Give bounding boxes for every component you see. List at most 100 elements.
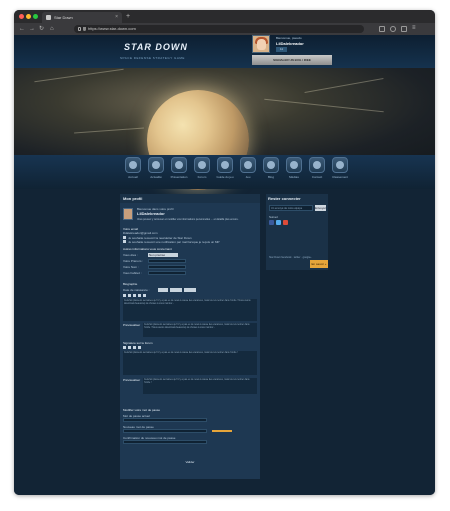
firstname-input[interactable] bbox=[148, 259, 186, 263]
new-tab-button[interactable]: + bbox=[126, 12, 130, 21]
image-icon[interactable] bbox=[143, 294, 146, 297]
nav-home-button[interactable] bbox=[125, 157, 141, 173]
guide-icon bbox=[221, 161, 229, 169]
lock-icon bbox=[78, 27, 81, 31]
address-bar[interactable]: https://www.star-down.com bbox=[74, 25, 364, 33]
game-icon bbox=[244, 161, 252, 169]
welcome-text: Bienvenue, pseudo bbox=[276, 36, 302, 40]
city-input[interactable] bbox=[148, 271, 186, 275]
minimize-window-button[interactable] bbox=[26, 14, 31, 19]
browser-tab[interactable]: Star Down × bbox=[42, 12, 122, 23]
social-links-text: Star Down facebook · twitter · google+ bbox=[269, 256, 312, 259]
birth-month-select[interactable] bbox=[170, 288, 182, 292]
sig-link-icon[interactable] bbox=[138, 346, 141, 349]
blog-icon bbox=[267, 161, 275, 169]
report-bug-button[interactable]: SIGNALER UN BUG / IDEE bbox=[252, 55, 332, 65]
news-icon bbox=[152, 161, 160, 169]
nav-guide-button[interactable] bbox=[217, 157, 233, 173]
birthdate-label: Date de naissance : bbox=[123, 288, 150, 292]
menu-icon[interactable]: ≡ bbox=[412, 25, 418, 32]
submit-button[interactable]: Valider bbox=[184, 460, 196, 465]
panel-title: Mon profil bbox=[123, 196, 143, 201]
password-strength-bar bbox=[212, 430, 232, 432]
learn-more-button[interactable]: En savoir + bbox=[310, 260, 328, 268]
nav-game-button[interactable] bbox=[240, 157, 256, 173]
tab-title: Star Down bbox=[54, 15, 73, 20]
underline-icon[interactable] bbox=[133, 294, 136, 297]
title-bar: Star Down × + bbox=[14, 10, 435, 23]
favicon-icon bbox=[46, 15, 51, 20]
site-header: STAR DOWN SPACE DEFENSE STRATEGY GAME Bi… bbox=[14, 35, 435, 68]
media-icon bbox=[290, 161, 298, 169]
downloads-icon[interactable] bbox=[401, 26, 407, 32]
stay-connected-panel: Rester connecter Un envoyé de notre équi… bbox=[266, 194, 328, 270]
nav-label: Classement bbox=[332, 175, 348, 179]
facebook-icon[interactable] bbox=[269, 220, 274, 225]
browser-toolbar: ← → ↻ ⌂ https://www.star-down.com ≡ bbox=[14, 23, 435, 35]
follow-label: Suivez bbox=[269, 215, 279, 219]
sidebar-title: Rester connecter bbox=[268, 196, 301, 201]
home-icon[interactable]: ⌂ bbox=[50, 24, 54, 34]
sig-italic-icon[interactable] bbox=[128, 346, 131, 349]
bold-icon[interactable] bbox=[123, 294, 126, 297]
account-icon[interactable] bbox=[390, 26, 396, 32]
firstname-label: Votre Prénom : bbox=[123, 259, 144, 263]
nav-contact-button[interactable] bbox=[309, 157, 325, 173]
site-logo[interactable]: STAR DOWN bbox=[124, 42, 194, 54]
url-text: https://www.star-down.com bbox=[88, 26, 136, 31]
newsletter-send-button[interactable]: Envoyer bbox=[315, 205, 326, 211]
signature-textarea[interactable]: Cela fait plusieurs semaines qu'il n'y a… bbox=[123, 351, 257, 375]
sig-bold-icon[interactable] bbox=[123, 346, 126, 349]
reload-icon[interactable]: ↻ bbox=[39, 24, 44, 34]
user-avatar[interactable] bbox=[252, 35, 270, 53]
mp-notification-label: Je souhaite recevoir une notification pa… bbox=[128, 240, 220, 244]
birth-year-select[interactable] bbox=[184, 288, 196, 292]
confirm-password-input[interactable] bbox=[123, 440, 207, 444]
twitter-icon[interactable] bbox=[276, 220, 281, 225]
nav-forum-button[interactable] bbox=[194, 157, 210, 173]
contact-icon bbox=[313, 161, 321, 169]
main-navigation: Accueil Actualité Présentation Forum Gui… bbox=[14, 155, 435, 189]
back-icon[interactable]: ← bbox=[19, 24, 25, 34]
profile-avatar[interactable] bbox=[123, 208, 133, 220]
signature-section-title: Signature sur le forum bbox=[123, 341, 153, 345]
nav-ranking-button[interactable] bbox=[332, 157, 348, 173]
sex-select-value: Non précisé bbox=[149, 253, 166, 257]
maximize-window-button[interactable] bbox=[33, 14, 38, 19]
city-label: Vous habitez : bbox=[123, 271, 142, 275]
nav-media-button[interactable] bbox=[286, 157, 302, 173]
newsletter-input[interactable]: Un envoyé de notre équipe bbox=[269, 205, 313, 211]
logo-subtitle: SPACE DEFENSE STRATEGY GAME bbox=[120, 56, 185, 60]
nav-blog-button[interactable] bbox=[263, 157, 279, 173]
mp-notification-checkbox[interactable] bbox=[123, 240, 126, 243]
nav-news-button[interactable] bbox=[148, 157, 164, 173]
new-password-input[interactable] bbox=[123, 429, 207, 433]
shield-icon bbox=[83, 27, 86, 31]
newsletter-checkbox[interactable] bbox=[123, 236, 126, 239]
bio-preview-label: Prévisualiser bbox=[123, 323, 141, 327]
lastname-input[interactable] bbox=[148, 265, 186, 269]
bio-preview: Cela fait plusieurs semaines qu'il n'y a… bbox=[143, 323, 257, 337]
forward-icon[interactable]: → bbox=[29, 24, 35, 34]
sex-select[interactable]: Non précisé bbox=[148, 253, 178, 257]
signature-preview-label: Prévisualiser bbox=[123, 378, 141, 382]
birth-day-select[interactable] bbox=[158, 288, 168, 292]
personal-section-title: Autres informations vous concernant bbox=[123, 247, 172, 251]
bio-textarea[interactable]: Cela fait plusieurs semaines qu'il n'y a… bbox=[123, 299, 257, 321]
old-password-input[interactable] bbox=[123, 418, 207, 422]
italic-icon[interactable] bbox=[128, 294, 131, 297]
tab-close-icon[interactable]: × bbox=[115, 12, 118, 23]
header-username[interactable]: LilDalekreador bbox=[276, 41, 304, 46]
browser-window: Star Down × + ← → ↻ ⌂ https://www.star-d… bbox=[14, 10, 435, 495]
extensions-icon[interactable] bbox=[379, 26, 385, 32]
bio-section-title: Biographie bbox=[123, 282, 138, 286]
signature-preview: Cela fait plusieurs semaines qu'il n'y a… bbox=[143, 378, 257, 394]
email-value: lildalekreador@gmail.com bbox=[123, 231, 158, 235]
link-icon[interactable] bbox=[138, 294, 141, 297]
message-count-badge[interactable]: 11 bbox=[276, 47, 287, 52]
profile-body: Bienvenue dans votre profil LilDalekread… bbox=[120, 203, 260, 479]
close-window-button[interactable] bbox=[19, 14, 24, 19]
google-plus-icon[interactable] bbox=[283, 220, 288, 225]
nav-presentation-button[interactable] bbox=[171, 157, 187, 173]
sig-underline-icon[interactable] bbox=[133, 346, 136, 349]
